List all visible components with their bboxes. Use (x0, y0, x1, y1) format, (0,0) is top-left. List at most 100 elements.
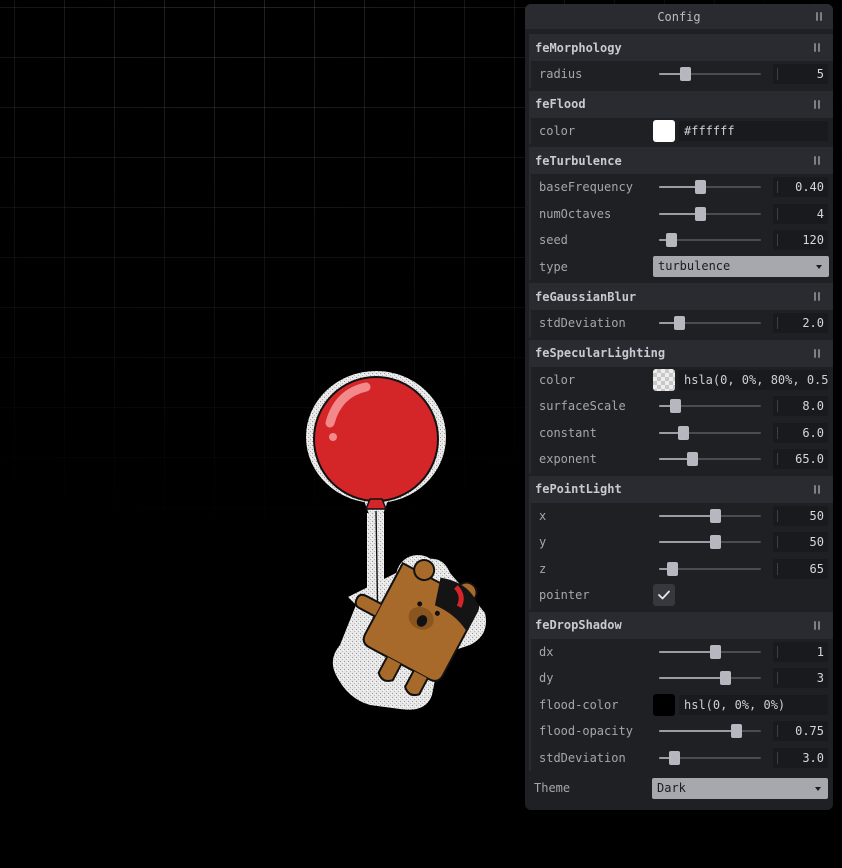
type-select[interactable]: turbulence (653, 256, 829, 278)
range-slider[interactable] (659, 644, 761, 659)
range-slider[interactable] (659, 508, 761, 523)
control-label: stdDeviation (539, 316, 626, 331)
range-slider[interactable] (659, 316, 761, 331)
number-input[interactable]: 4 (773, 203, 828, 224)
color-text-input[interactable]: hsla(0, 0%, 80%, 0.5) (679, 369, 828, 390)
pointer-checkbox[interactable] (653, 584, 675, 607)
number-input[interactable]: 8.0 (773, 396, 828, 417)
folder-content: color #ffffff (529, 117, 833, 144)
slider-fill (659, 650, 716, 653)
range-slider[interactable] (659, 233, 761, 248)
slider-fill (659, 212, 700, 215)
slider-fill (659, 514, 716, 517)
color-swatch[interactable] (653, 693, 675, 716)
grip-icon[interactable] (814, 156, 821, 165)
control-row-flood-opacity: flood-opacity 0.75 (531, 718, 833, 745)
number-input[interactable]: 0.75 (773, 721, 828, 742)
number-input[interactable]: 2.0 (773, 313, 828, 334)
range-slider[interactable] (659, 535, 761, 550)
control-label: flood-color (539, 697, 619, 712)
number-input[interactable]: 3.0 (773, 747, 828, 768)
control-row-dx: dx 1 (531, 639, 833, 666)
color-text-input[interactable]: #ffffff (679, 120, 828, 141)
range-slider[interactable] (659, 750, 761, 765)
folder-content: dx 1 dy 3 flood-color hsl(0, 0%, 0%) flood-opa… (529, 638, 833, 771)
slider-knob[interactable] (670, 399, 682, 414)
folder-content: x 50 y 50 z 65 pointer (529, 502, 833, 609)
folder-point[interactable]: fePointLight (529, 475, 833, 503)
slider-knob[interactable] (720, 671, 732, 686)
slider-knob[interactable] (694, 206, 706, 221)
slider-knob[interactable] (669, 750, 681, 765)
control-label: z (539, 561, 547, 576)
slider-knob[interactable] (694, 180, 706, 195)
chevron-down-icon (816, 265, 822, 270)
slider-knob[interactable] (710, 508, 722, 523)
control-row-surfacescale: surfaceScale 8.0 (531, 393, 833, 420)
range-slider[interactable] (659, 671, 761, 686)
control-row-seed: seed 120 (531, 227, 833, 254)
number-input[interactable]: 65.0 (773, 449, 828, 470)
control-row-radius: radius 5 (531, 61, 833, 88)
number-input[interactable]: 50 (773, 505, 828, 526)
slider-knob[interactable] (730, 724, 742, 739)
range-slider[interactable] (659, 399, 761, 414)
control-label: y (539, 535, 547, 550)
color-text-input[interactable]: hsl(0, 0%, 0%) (679, 694, 828, 715)
grip-icon[interactable] (814, 99, 821, 109)
folder-title: fePointLight (535, 482, 622, 496)
panel-titlebar[interactable]: Config (525, 4, 833, 29)
slider-knob[interactable] (710, 535, 722, 550)
grip-icon[interactable] (814, 292, 821, 301)
control-label: numOctaves (539, 206, 612, 221)
number-input[interactable]: 6.0 (773, 422, 828, 443)
folder-morph[interactable]: feMorphology (529, 34, 833, 61)
folder-spec[interactable]: feSpecularLighting (529, 339, 833, 367)
slider-knob[interactable] (674, 316, 686, 331)
slider-knob[interactable] (710, 644, 722, 659)
grip-icon[interactable] (814, 43, 821, 52)
control-label: baseFrequency (539, 180, 633, 195)
slider-knob[interactable] (667, 561, 679, 576)
number-input[interactable]: 65 (773, 558, 828, 579)
range-slider[interactable] (659, 425, 761, 440)
folder-flood[interactable]: feFlood (529, 90, 833, 118)
number-input[interactable]: 50 (773, 532, 828, 553)
grip-icon[interactable] (816, 12, 823, 21)
folder-drop[interactable]: feDropShadow (529, 611, 833, 639)
folder-blur[interactable]: feGaussianBlur (529, 283, 833, 310)
control-label: color (539, 123, 576, 138)
folder-turb[interactable]: feTurbulence (529, 147, 833, 174)
number-input[interactable]: 3 (773, 668, 828, 689)
control-row-z: z 65 (531, 556, 833, 583)
grip-icon[interactable] (814, 348, 821, 358)
select-value: Dark (657, 780, 686, 795)
number-input[interactable]: 120 (773, 230, 828, 251)
control-label: color (539, 372, 576, 387)
check-icon (658, 590, 670, 600)
slider-knob[interactable] (678, 425, 690, 440)
number-input[interactable]: 0.40 (773, 177, 828, 198)
range-slider[interactable] (659, 180, 761, 195)
folder-content: radius 5 (529, 61, 833, 88)
range-slider[interactable] (659, 724, 761, 739)
slider-knob[interactable] (679, 67, 691, 82)
folder-content: color hsla(0, 0%, 80%, 0.5) surfaceScale 8.… (529, 366, 833, 473)
number-input[interactable]: 1 (773, 641, 828, 662)
grip-icon[interactable] (814, 620, 821, 630)
range-slider[interactable] (659, 206, 761, 221)
balloon (313, 376, 439, 510)
grip-icon[interactable] (814, 484, 821, 494)
range-slider[interactable] (659, 452, 761, 467)
theme-select[interactable]: Dark (652, 777, 828, 799)
control-label: type (539, 259, 568, 274)
color-swatch[interactable] (653, 119, 675, 142)
slider-knob[interactable] (686, 452, 698, 467)
control-row-y: y 50 (531, 529, 833, 556)
slider-knob[interactable] (666, 233, 678, 248)
number-input[interactable]: 5 (773, 64, 828, 85)
range-slider[interactable] (659, 67, 761, 82)
color-swatch[interactable] (653, 368, 675, 391)
control-label: x (539, 508, 547, 523)
range-slider[interactable] (659, 561, 761, 576)
